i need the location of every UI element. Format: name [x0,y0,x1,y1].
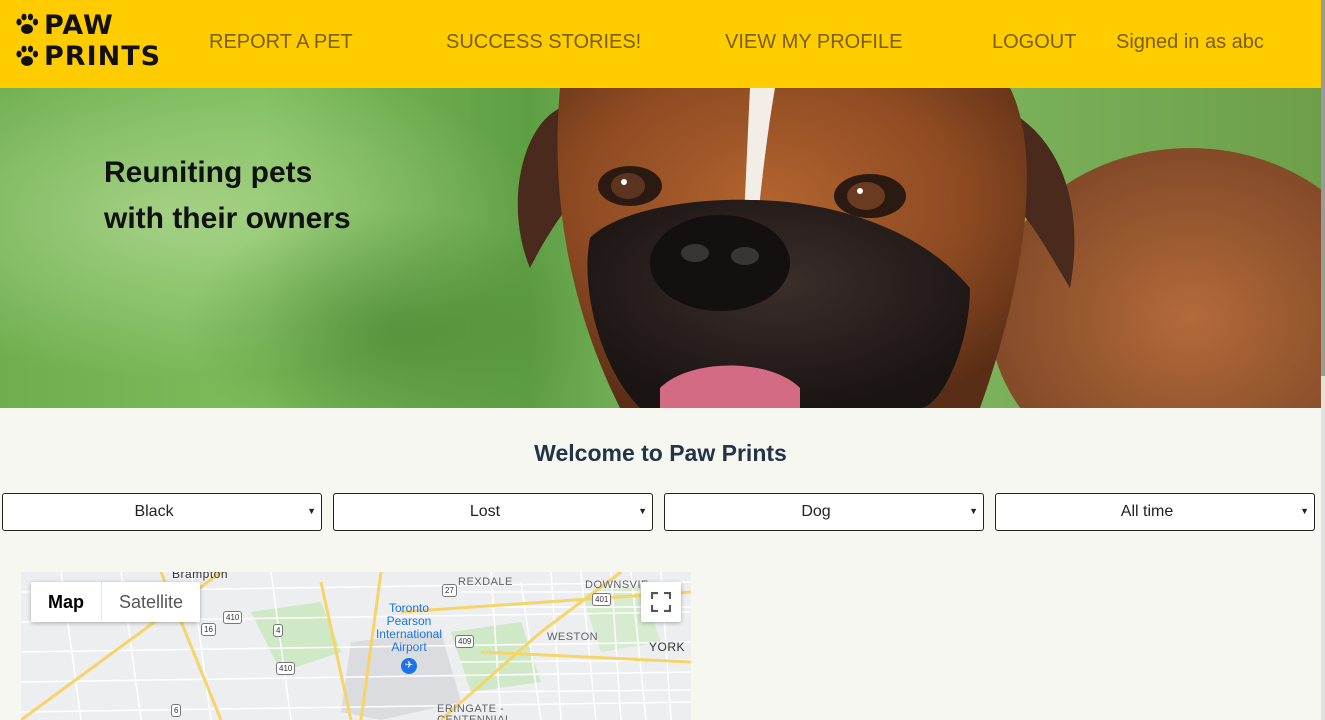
boxer-dog-image [517,88,1321,408]
satellite-view-button[interactable]: Satellite [101,582,200,622]
status-filter-value: Lost [469,503,501,520]
hero-tagline: Reuniting pets with their owners [104,150,351,242]
fullscreen-icon [651,592,671,612]
type-filter-value: Dog [801,503,831,520]
type-filter-select[interactable]: Dog ▼ [664,493,984,531]
paw-icon [14,12,40,38]
nav-view-my-profile[interactable]: VIEW MY PROFILE [725,30,902,54]
hero-banner: Reuniting pets with their owners [0,88,1321,408]
dropdown-caret-icon: ▼ [969,506,978,516]
signed-in-status: Signed in as abc [1116,31,1264,53]
dropdown-caret-icon: ▼ [1300,506,1309,516]
time-filter-value: All time [1120,503,1174,520]
map-label-rexdale: REXDALE [458,576,513,588]
top-navbar: PAW PRINTS REPORT A PET SUCCESS STORIES!… [0,0,1321,88]
hero-tagline-line1: Reuniting pets [104,156,313,189]
paw-prints-logo[interactable]: PAW PRINTS [14,10,160,74]
highway-shield: 6 [171,704,182,717]
nav-success-stories[interactable]: SUCCESS STORIES! [446,30,641,54]
highway-shield: 27 [442,584,457,597]
paw-icon [14,44,40,70]
logo-text-paw: PAW [44,10,114,41]
color-filter-value: Black [134,503,174,520]
scrollbar-thumb[interactable] [1321,0,1325,376]
map-label-york: YORK [649,640,686,654]
highway-shield: 410 [223,611,243,624]
dropdown-caret-icon: ▼ [307,506,316,516]
logo-text-prints: PRINTS [44,41,162,72]
highway-shield: 16 [201,623,216,636]
hero-tagline-line2: with their owners [104,202,351,235]
color-filter-select[interactable]: Black ▼ [2,493,322,531]
map-label-brampton: Brampton [172,572,229,581]
map-type-toggle: Map Satellite [31,582,201,622]
highway-shield: 409 [455,635,475,648]
status-filter-select[interactable]: Lost ▼ [333,493,653,531]
highway-shield: 4 [273,624,284,637]
pets-map[interactable]: Brampton REXDALE DOWNSVIE WESTON YORK To… [21,572,691,720]
nav-logout[interactable]: LOGOUT [992,30,1076,54]
airport-icon: ✈ [401,658,417,674]
page-scrollbar[interactable] [1321,0,1325,720]
time-filter-select[interactable]: All time ▼ [995,493,1315,531]
map-label-eringate: ERINGATE - CENTENNIAL [437,703,512,720]
map-label-airport: Toronto Pearson International Airport [375,601,443,654]
map-label-weston: WESTON [547,631,599,643]
dropdown-caret-icon: ▼ [638,506,647,516]
page-title: Welcome to Paw Prints [534,440,787,466]
fullscreen-button[interactable] [641,582,681,622]
nav-report-a-pet[interactable]: REPORT A PET [209,30,353,54]
highway-shield: 401 [592,593,612,606]
highway-shield: 410 [276,662,296,675]
map-view-button[interactable]: Map [31,582,101,622]
map-label-downsview: DOWNSVIE [585,579,649,591]
